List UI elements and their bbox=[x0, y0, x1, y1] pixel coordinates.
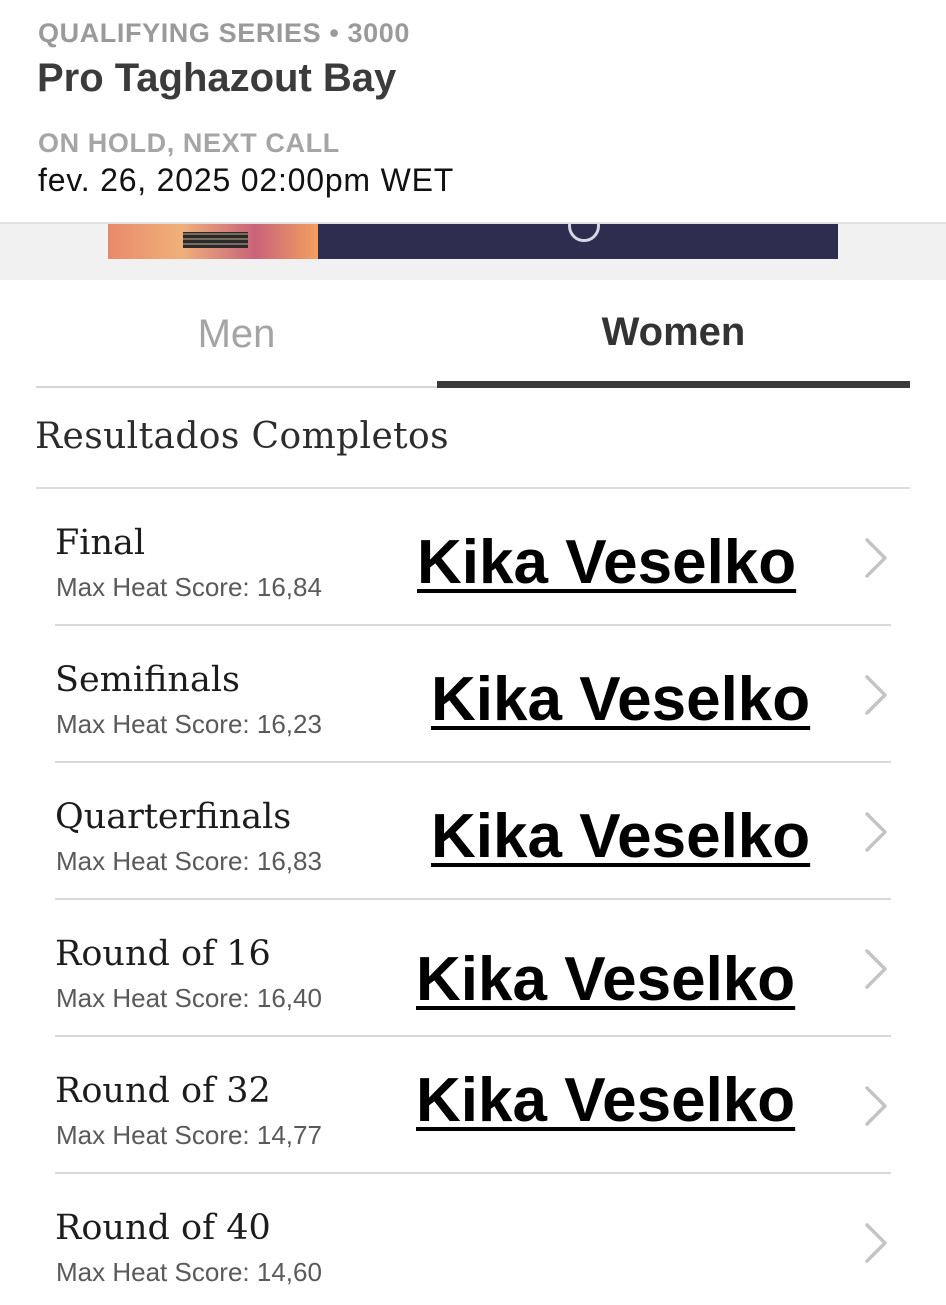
event-header: QUALIFYING SERIES • 3000 Pro Taghazout B… bbox=[0, 0, 946, 222]
round-row-round-of-16[interactable]: Round of 16 Max Heat Score: 16,40 Kika V… bbox=[55, 900, 891, 1037]
round-max-heat-score: Max Heat Score: 16,40 bbox=[56, 983, 322, 1013]
chevron-right-icon bbox=[865, 1086, 887, 1126]
round-max-heat-score: Max Heat Score: 16,83 bbox=[56, 846, 322, 876]
round-winner-name: Kika Veselko bbox=[431, 802, 811, 871]
chevron-right-icon bbox=[865, 538, 887, 578]
round-name: Round of 16 bbox=[55, 934, 271, 974]
tab-women[interactable]: Women bbox=[437, 282, 910, 388]
round-row-semifinals[interactable]: Semifinals Max Heat Score: 16,23 Kika Ve… bbox=[55, 626, 891, 763]
event-title: Pro Taghazout Bay bbox=[37, 56, 397, 100]
round-winner-name: Kika Veselko bbox=[416, 945, 796, 1014]
round-max-heat-score: Max Heat Score: 14,60 bbox=[56, 1257, 322, 1287]
round-name: Round of 32 bbox=[55, 1071, 271, 1111]
round-max-heat-score: Max Heat Score: 16,23 bbox=[56, 709, 322, 739]
round-name: Final bbox=[55, 523, 146, 563]
event-tier-label: QUALIFYING SERIES • 3000 bbox=[38, 18, 410, 48]
round-max-heat-score: Max Heat Score: 14,77 bbox=[56, 1120, 322, 1150]
chevron-right-icon bbox=[865, 1223, 887, 1263]
chevron-right-icon bbox=[865, 675, 887, 715]
ad-banner-panel bbox=[318, 224, 838, 259]
round-row-round-of-32[interactable]: Round of 32 Max Heat Score: 14,77 Kika V… bbox=[55, 1037, 891, 1174]
app-screen: QUALIFYING SERIES • 3000 Pro Taghazout B… bbox=[0, 0, 946, 1305]
tab-men[interactable]: Men bbox=[36, 282, 437, 388]
round-row-final[interactable]: Final Max Heat Score: 16,84 Kika Veselko bbox=[55, 489, 891, 626]
event-status-label: ON HOLD, NEXT CALL bbox=[38, 128, 340, 158]
round-max-heat-score: Max Heat Score: 16,84 bbox=[56, 572, 322, 602]
round-row-quarterfinals[interactable]: Quarterfinals Max Heat Score: 16,83 Kika… bbox=[55, 763, 891, 900]
chevron-right-icon bbox=[865, 812, 887, 852]
ad-area bbox=[0, 222, 946, 280]
chevron-right-icon bbox=[865, 949, 887, 989]
section-title: Resultados Completos bbox=[35, 416, 449, 457]
round-name: Round of 40 bbox=[55, 1208, 271, 1248]
round-row-round-of-40[interactable]: Round of 40 Max Heat Score: 14,60 bbox=[55, 1174, 891, 1305]
ad-banner-image bbox=[108, 224, 318, 259]
round-winner-name: Kika Veselko bbox=[417, 528, 797, 597]
round-name: Quarterfinals bbox=[55, 797, 292, 837]
round-list: Final Max Heat Score: 16,84 Kika Veselko… bbox=[55, 489, 891, 1305]
round-winner-name: Kika Veselko bbox=[416, 1066, 796, 1135]
event-next-call-time: fev. 26, 2025 02:00pm WET bbox=[38, 162, 455, 198]
round-name: Semifinals bbox=[55, 660, 240, 700]
gender-tabs: Men Women bbox=[36, 282, 910, 388]
ad-banner[interactable] bbox=[108, 224, 838, 259]
round-winner-name: Kika Veselko bbox=[431, 665, 811, 734]
